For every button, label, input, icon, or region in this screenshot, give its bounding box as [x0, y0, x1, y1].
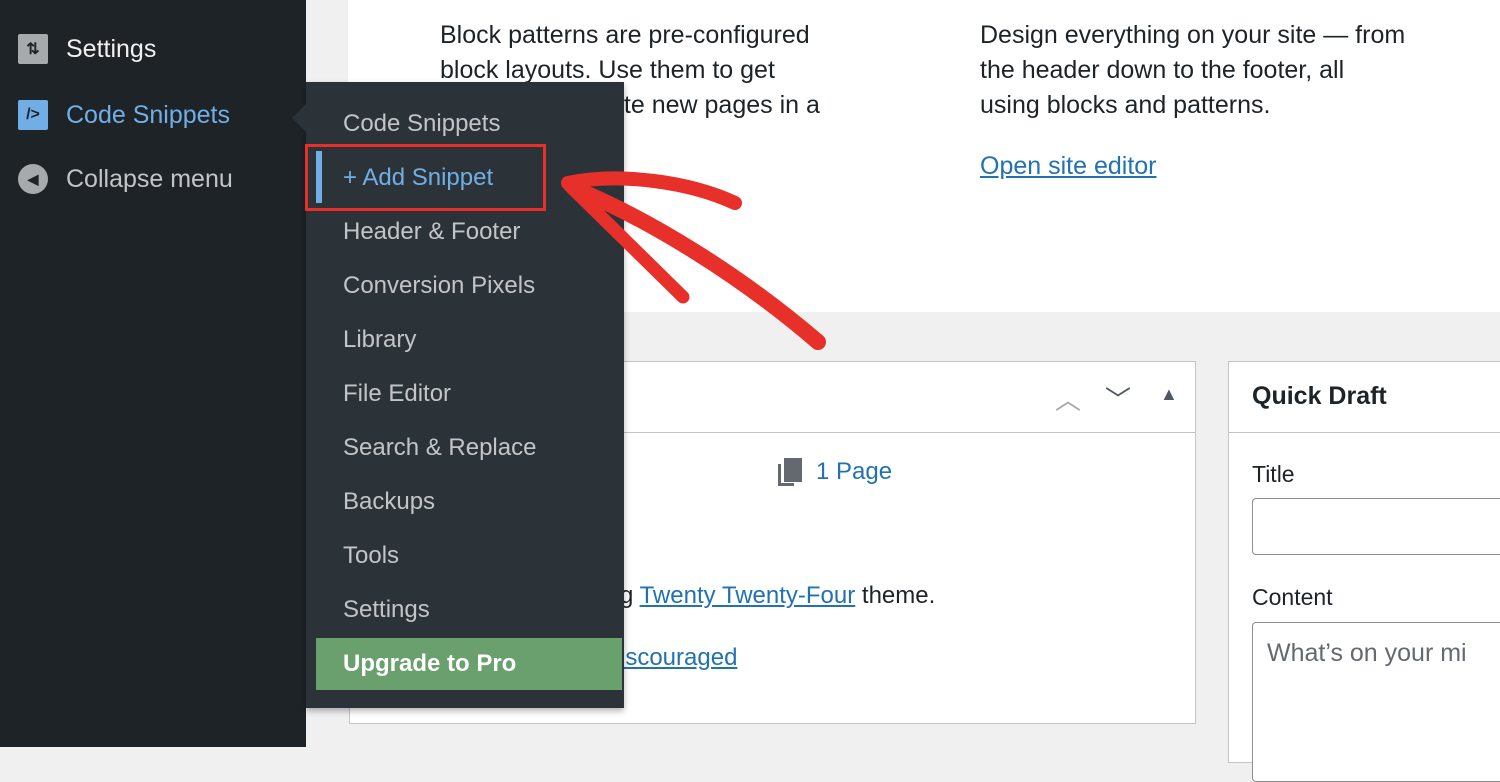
annotation-arrow-icon: [561, 171, 826, 350]
